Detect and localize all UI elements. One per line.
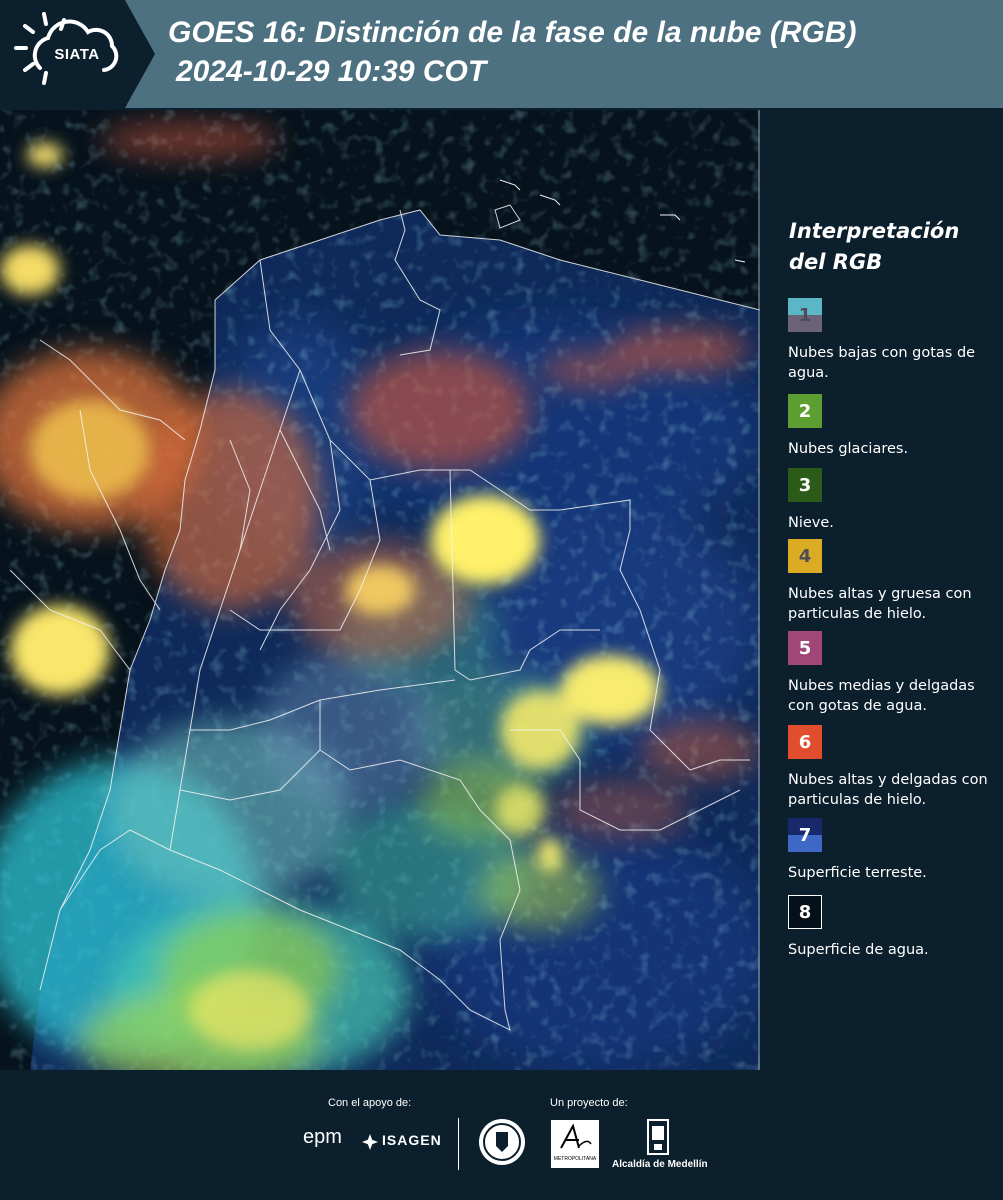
legend-label-1: Nubes bajas con gotas de agua. <box>788 345 976 381</box>
page-timestamp: 2024-10-29 10:39 COT <box>176 55 487 88</box>
legend-swatch-4: 4 <box>788 539 822 573</box>
logo-text: SIATA <box>54 46 100 63</box>
project-label: Un proyecto de: <box>550 1097 628 1109</box>
alcaldia-label: Alcaldía de Medellín <box>612 1159 708 1170</box>
footer: Con el apoyo de: Un proyecto de: epm ISA… <box>0 1070 1003 1200</box>
satellite-rgb-image <box>0 110 760 1070</box>
legend-label-7: Superficie terreste. <box>788 865 927 881</box>
legend-label-8: Superficie de agua. <box>788 942 929 958</box>
seal-icon <box>479 1119 525 1165</box>
legend-label-4: Nubes altas y gruesa con particulas de h… <box>788 586 972 622</box>
isagen-logo: ISAGEN <box>382 1132 442 1148</box>
legend-swatch-5: 5 <box>788 631 822 665</box>
legend-label-6: Nubes altas y delgadas con particulas de… <box>788 772 988 808</box>
area-label: METROPOLITANA <box>553 1156 597 1162</box>
legend-panel: Interpretación del RGB 1 Nubes bajas con… <box>770 110 1003 1070</box>
legend-swatch-6: 6 <box>788 725 822 759</box>
legend-swatch-2: 2 <box>788 394 822 428</box>
isagen-logo-icon <box>362 1134 378 1150</box>
legend-title: Interpretación del RGB <box>789 219 960 274</box>
legend-label-3: Nieve. <box>788 515 834 531</box>
support-label: Con el apoyo de: <box>328 1097 412 1109</box>
legend-swatch-1: 1 <box>788 298 822 332</box>
legend-swatch-8: 8 <box>788 895 822 929</box>
area-logo-icon <box>560 1123 592 1149</box>
header-bar: SIATA GOES 16: Distinción de la fase de … <box>0 0 1003 108</box>
footer-divider <box>458 1118 459 1170</box>
epm-logo: epm <box>303 1126 342 1148</box>
legend-swatch-3: 3 <box>788 468 822 502</box>
legend-swatch-7: 7 <box>788 818 822 852</box>
alcaldia-crest-icon <box>647 1119 669 1155</box>
area-metropolitana-logo: METROPOLITANA <box>551 1120 599 1168</box>
page-title: GOES 16: Distinción de la fase de la nub… <box>168 16 857 49</box>
legend-label-5: Nubes medias y delgadas con gotas de agu… <box>788 678 975 714</box>
satellite-map <box>0 110 760 1070</box>
siata-logo: SIATA <box>0 0 155 108</box>
legend-label-2: Nubes glaciares. <box>788 441 909 457</box>
